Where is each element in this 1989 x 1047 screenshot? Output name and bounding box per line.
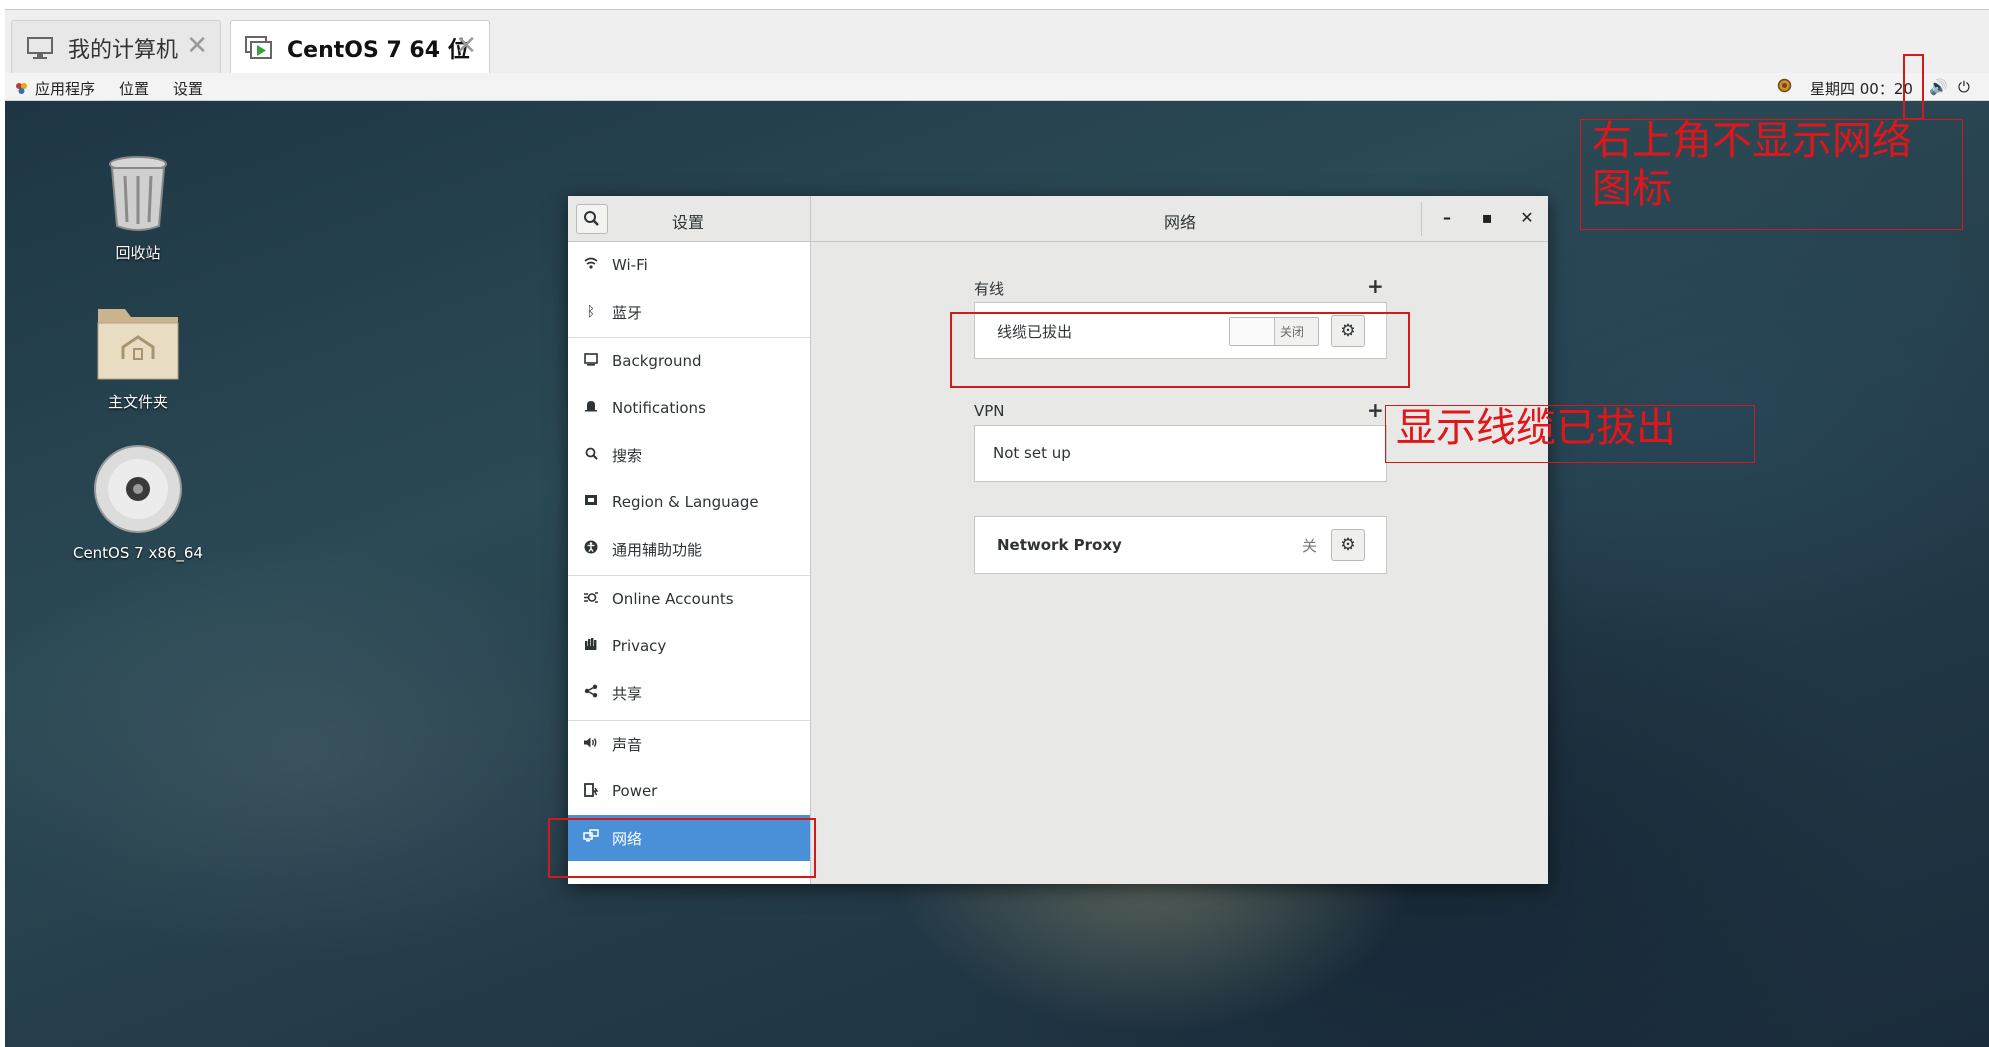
user-status-icon[interactable] bbox=[1777, 78, 1792, 97]
sidebar-item-label: Online Accounts bbox=[612, 590, 734, 608]
annotation-cable-text: 显示线缆已拔出 bbox=[1396, 405, 1676, 451]
volume-icon[interactable]: 🔊 bbox=[1929, 78, 1948, 96]
sidebar-item-label: Power bbox=[612, 782, 658, 800]
vm-tab-strip: 我的计算机 ✕ CentOS 7 64 位 ✕ bbox=[5, 9, 1989, 74]
places-menu[interactable]: 位置 bbox=[119, 78, 149, 99]
vm-running-icon bbox=[245, 35, 275, 61]
accessibility-icon bbox=[581, 540, 601, 558]
online-accounts-icon bbox=[581, 591, 601, 608]
monitor-icon bbox=[26, 35, 56, 61]
sidebar-item-bluetooth[interactable]: ᛒ 蓝牙 bbox=[568, 289, 810, 335]
sidebar-item-accessibility[interactable]: 通用辅助功能 bbox=[568, 526, 810, 572]
settings-sidebar: Wi-Fi ᛒ 蓝牙 Background Notifications 搜索 R… bbox=[568, 242, 811, 884]
sidebar-item-label: 蓝牙 bbox=[612, 303, 643, 322]
desktop-icon-label: 回收站 bbox=[115, 244, 161, 262]
add-wired-button[interactable]: + bbox=[1367, 274, 1384, 298]
settings-window: 设置 网络 – ▪ ✕ Wi-Fi ᛒ 蓝牙 Background Notifi… bbox=[568, 196, 1548, 884]
sidebar-item-label: 通用辅助功能 bbox=[612, 540, 703, 559]
gnome-top-bar: 应用程序 位置 设置 星期四 00：20 🔊 ⏻ bbox=[5, 73, 1989, 101]
sidebar-item-label: Wi-Fi bbox=[612, 256, 648, 274]
trash-icon bbox=[105, 156, 171, 236]
sidebar-item-label: 搜索 bbox=[612, 446, 643, 465]
bell-icon bbox=[581, 400, 601, 417]
close-icon[interactable]: ✕ bbox=[186, 33, 208, 59]
optical-disc-icon bbox=[93, 445, 183, 538]
minimize-button[interactable]: – bbox=[1435, 206, 1459, 230]
desktop-icon-home[interactable]: 主文件夹 bbox=[63, 299, 213, 412]
sidebar-item-privacy[interactable]: Privacy bbox=[568, 623, 810, 669]
desktop-icon-label: 主文件夹 bbox=[107, 393, 168, 411]
page-title: 网络 bbox=[1164, 213, 1197, 232]
sidebar-header: 设置 bbox=[568, 196, 811, 242]
apps-menu-icon bbox=[15, 81, 28, 94]
window-header: 设置 网络 – ▪ ✕ bbox=[568, 196, 1548, 242]
vpn-card: Not set up bbox=[974, 425, 1387, 482]
tab-my-computer[interactable]: 我的计算机 ✕ bbox=[11, 20, 221, 74]
bluetooth-icon: ᛒ bbox=[586, 304, 596, 320]
sidebar-item-online-accounts[interactable]: Online Accounts bbox=[568, 576, 810, 622]
sidebar-title: 设置 bbox=[672, 213, 705, 232]
sidebar-item-label: Notifications bbox=[612, 399, 706, 417]
annotation-box-topbar bbox=[1903, 54, 1924, 120]
sidebar-item-background[interactable]: Background bbox=[568, 338, 810, 384]
proxy-card[interactable]: Network Proxy 关 ⚙ bbox=[974, 516, 1387, 574]
applications-menu[interactable]: 应用程序 bbox=[35, 78, 95, 99]
search-button[interactable] bbox=[576, 204, 608, 234]
header-separator bbox=[1421, 202, 1422, 236]
screenshot-frame: 我的计算机 ✕ CentOS 7 64 位 ✕ 应用程序 位置 设置 星期四 0… bbox=[0, 0, 1989, 1047]
power-icon[interactable]: ⏻ bbox=[1958, 78, 1970, 96]
sidebar-item-search[interactable]: 搜索 bbox=[568, 432, 810, 478]
search-icon bbox=[584, 211, 599, 226]
sidebar-item-sound[interactable]: 声音 bbox=[568, 721, 810, 767]
proxy-state: 关 bbox=[1302, 537, 1318, 555]
close-icon[interactable]: ✕ bbox=[455, 33, 477, 59]
clock[interactable]: 星期四 00：20 bbox=[1810, 78, 1913, 99]
sidebar-item-wifi[interactable]: Wi-Fi bbox=[568, 242, 810, 288]
desktop-icon-trash[interactable]: 回收站 bbox=[63, 154, 213, 263]
vpn-status: Not set up bbox=[993, 444, 1071, 462]
annotation-box-network-item bbox=[548, 818, 816, 878]
hand-icon bbox=[581, 637, 601, 655]
sidebar-item-notifications[interactable]: Notifications bbox=[568, 385, 810, 431]
power-icon bbox=[581, 782, 601, 801]
desktop-icon-dvd[interactable]: CentOS 7 x86_64 bbox=[63, 444, 213, 562]
settings-menu[interactable]: 设置 bbox=[173, 78, 203, 99]
annotation-box-wired bbox=[950, 312, 1410, 388]
home-folder-icon bbox=[95, 309, 181, 385]
sidebar-item-power[interactable]: Power bbox=[568, 768, 810, 814]
sidebar-item-region[interactable]: Region & Language bbox=[568, 479, 810, 525]
sidebar-item-label: Privacy bbox=[612, 637, 667, 655]
tab-label: 我的计算机 bbox=[68, 37, 179, 63]
gear-icon: ⚙ bbox=[1340, 535, 1356, 555]
add-vpn-button[interactable]: + bbox=[1367, 398, 1384, 422]
sidebar-item-sharing[interactable]: 共享 bbox=[568, 670, 810, 716]
wired-section-title: 有线 bbox=[974, 280, 1005, 298]
proxy-settings-button[interactable]: ⚙ bbox=[1331, 529, 1365, 561]
speaker-icon bbox=[581, 736, 601, 753]
maximize-button[interactable]: ▪ bbox=[1475, 206, 1499, 230]
vpn-section-title: VPN bbox=[974, 402, 1005, 420]
sidebar-item-label: Region & Language bbox=[612, 493, 759, 511]
close-button[interactable]: ✕ bbox=[1515, 206, 1539, 230]
annotation-topright-text: 右上角不显示网络 图标 bbox=[1592, 118, 1912, 212]
background-icon bbox=[581, 352, 601, 370]
tab-label: CentOS 7 64 位 bbox=[287, 37, 470, 63]
wifi-icon bbox=[581, 256, 601, 274]
sidebar-item-label: 共享 bbox=[612, 684, 643, 703]
sidebar-item-label: Background bbox=[612, 352, 702, 370]
proxy-label: Network Proxy bbox=[997, 536, 1122, 554]
share-icon bbox=[581, 684, 601, 702]
desktop-icon-label: CentOS 7 x86_64 bbox=[72, 544, 204, 562]
flag-icon bbox=[581, 494, 601, 510]
search-icon bbox=[581, 447, 601, 464]
tab-centos[interactable]: CentOS 7 64 位 ✕ bbox=[230, 20, 490, 74]
sidebar-item-label: 声音 bbox=[612, 735, 643, 754]
